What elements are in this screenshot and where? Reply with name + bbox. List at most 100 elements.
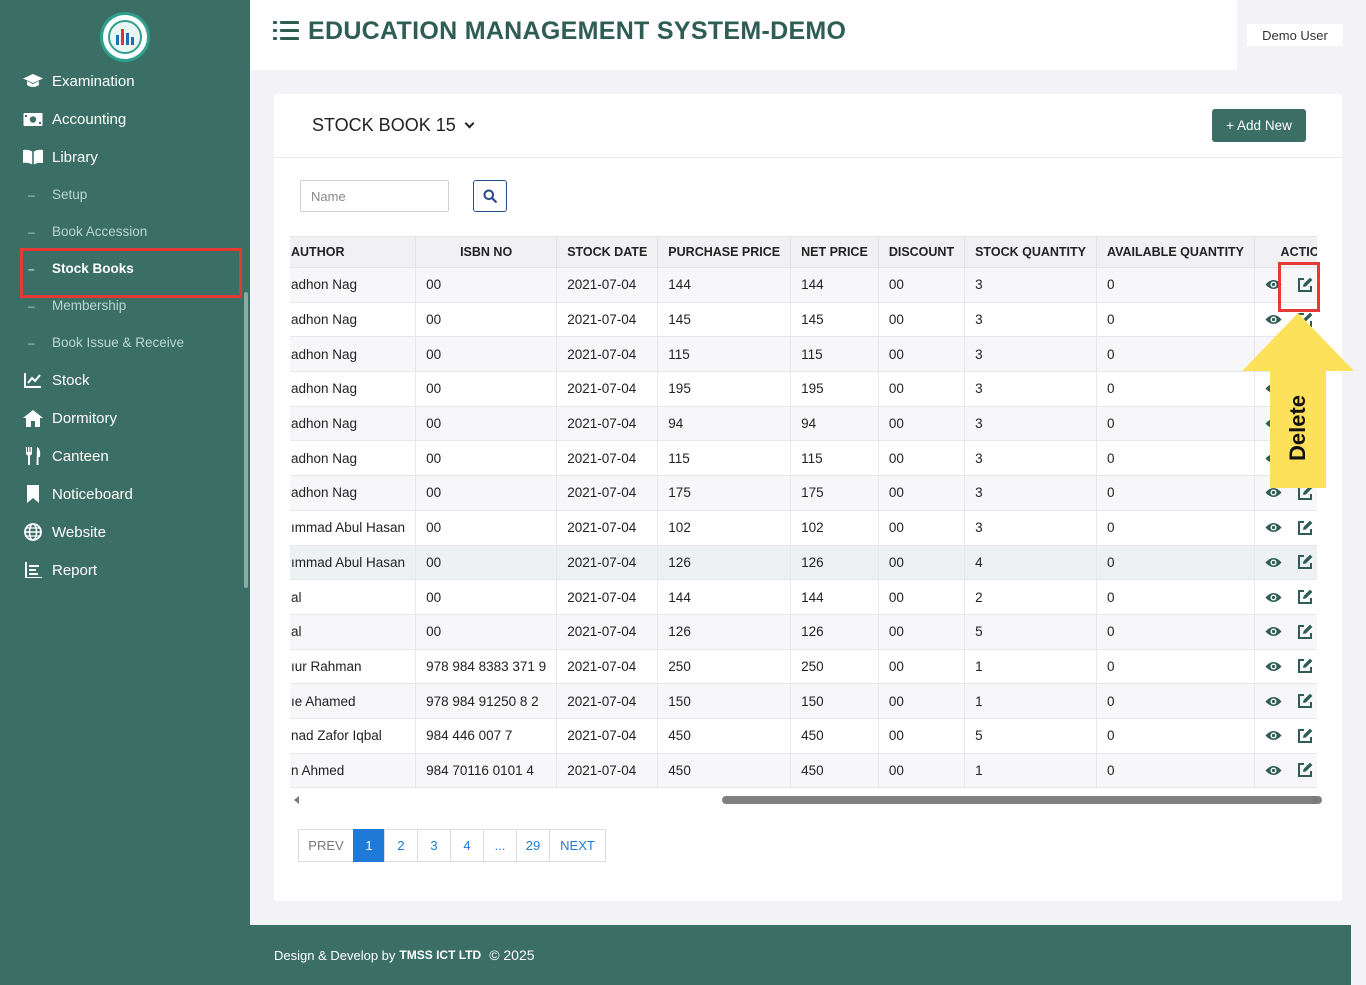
table-cell: ımmad Abul Hasan [290, 544, 417, 581]
action-cell [1254, 544, 1317, 581]
library-subitem-book-issue-receive[interactable]: – Book Issue & Receive [0, 324, 250, 361]
library-subitem-book-accession[interactable]: – Book Accession [0, 213, 250, 250]
view-eye-icon[interactable] [1265, 762, 1282, 779]
sidebar-item-library[interactable]: Library [0, 138, 250, 176]
table-cell: 00 [877, 405, 966, 442]
edit-icon[interactable] [1296, 589, 1313, 606]
column-header[interactable]: STOCK DATE [556, 236, 659, 268]
name-search-input[interactable] [300, 180, 449, 212]
view-eye-icon[interactable] [1265, 658, 1282, 675]
table-row: n Ahmed 984 70116 0101 4 2021-07-04 450 450 0… [290, 752, 1317, 788]
sidebar-item-label: Report [52, 561, 98, 579]
table-cell: 00 [415, 509, 558, 546]
sidebar-scrollbar[interactable] [244, 292, 248, 588]
school-logo[interactable] [100, 12, 150, 62]
pagination-prev-button[interactable]: PREV [298, 829, 354, 862]
chart-line-icon [23, 371, 43, 389]
table-cell: nad Zafor Iqbal [290, 717, 417, 754]
pagination-page[interactable]: 3 [417, 829, 451, 862]
table-cell: 0 [1095, 475, 1256, 511]
edit-icon[interactable] [1296, 658, 1313, 675]
pagination-page[interactable]: 29 [516, 829, 550, 862]
sidebar-item-website[interactable]: Website [0, 513, 250, 551]
table-cell: 5 [964, 613, 1097, 650]
table-cell: 0 [1095, 613, 1256, 650]
table-cell: 2021-07-04 [556, 579, 659, 615]
scroll-left-arrow-icon[interactable] [294, 796, 299, 804]
table-cell: 00 [415, 336, 558, 373]
table-cell: 00 [877, 475, 966, 511]
sidebar-item-examination[interactable]: Examination [0, 62, 250, 100]
table-cell: 2021-07-04 [556, 405, 659, 442]
footer-company[interactable]: TMSS ICT LTD [399, 948, 481, 962]
sidebar-item-accounting[interactable]: Accounting [0, 100, 250, 138]
table-cell: ıur Rahman [290, 648, 417, 685]
column-header[interactable]: AUTHOR [290, 236, 417, 268]
table-cell: 144 [790, 267, 879, 303]
table-cell: 195 [657, 371, 792, 407]
horizontal-scrollbar[interactable] [290, 796, 1322, 804]
view-eye-icon[interactable] [1265, 554, 1282, 571]
view-eye-icon[interactable] [1265, 693, 1282, 710]
column-header[interactable]: DISCOUNT [877, 236, 966, 268]
column-header[interactable]: AVAILABLE QUANTITY [1095, 236, 1256, 268]
column-header[interactable]: PURCHASE PRICE [657, 236, 792, 268]
pagination-next-button[interactable]: NEXT [549, 829, 606, 862]
pagination-page[interactable]: 4 [450, 829, 484, 862]
footer-copyright: © 2025 [489, 947, 535, 963]
menu-list-icon[interactable] [273, 20, 299, 42]
view-eye-icon[interactable] [1265, 589, 1282, 606]
table-row: adhon Nag 00 2021-07-04 145 145 00 3 0 [290, 301, 1317, 338]
delete-highlight-box [1278, 262, 1320, 312]
user-menu-button[interactable]: Demo User [1247, 24, 1343, 46]
search-button[interactable] [473, 180, 507, 212]
add-new-button[interactable]: + Add New [1212, 109, 1306, 142]
edit-icon[interactable] [1296, 693, 1313, 710]
book-open-icon [23, 148, 43, 166]
table-cell: 115 [657, 336, 792, 373]
column-header[interactable]: ISBN NO [415, 236, 558, 268]
column-header[interactable]: STOCK QUANTITY [964, 236, 1097, 268]
edit-icon[interactable] [1296, 554, 1313, 571]
pagination-page[interactable]: ... [483, 829, 517, 862]
library-subitem-setup[interactable]: – Setup [0, 176, 250, 213]
edit-icon[interactable] [1296, 623, 1313, 640]
table-cell: 115 [657, 440, 792, 477]
globe-icon [23, 523, 43, 541]
edit-icon[interactable] [1296, 519, 1313, 536]
action-cell [1254, 579, 1317, 615]
scroll-right-arrow-icon[interactable] [1313, 796, 1318, 804]
sidebar-item-report[interactable]: Report [0, 551, 250, 589]
view-eye-icon[interactable] [1265, 727, 1282, 744]
table-cell: 3 [964, 440, 1097, 477]
table-cell: 0 [1095, 752, 1256, 788]
dash-icon: – [28, 335, 35, 350]
column-header[interactable]: NET PRICE [790, 236, 879, 268]
footer: Design & Develop by TMSS ICT LTD © 2025 [250, 925, 1351, 985]
table-cell: 450 [657, 752, 792, 788]
sidebar-item-canteen[interactable]: Canteen [0, 437, 250, 475]
view-eye-icon[interactable] [1265, 519, 1282, 536]
table-cell: 00 [415, 475, 558, 511]
table-row: adhon Nag 00 2021-07-04 144 144 00 3 0 [290, 267, 1317, 303]
stock-book-dropdown[interactable]: STOCK BOOK 15 [312, 115, 475, 136]
table-cell: 450 [657, 717, 792, 754]
table-cell: 00 [877, 336, 966, 373]
sidebar-item-dormitory[interactable]: Dormitory [0, 399, 250, 437]
sidebar-item-label: Dormitory [52, 409, 118, 427]
table-cell: 00 [415, 440, 558, 477]
edit-icon[interactable] [1296, 727, 1313, 744]
pagination-current-page[interactable]: 1 [353, 829, 385, 862]
table-cell: 00 [877, 509, 966, 546]
table-cell: al [290, 613, 417, 650]
scrollbar-thumb[interactable] [722, 796, 1322, 804]
view-eye-icon[interactable] [1265, 623, 1282, 640]
table-cell: 978 984 8383 371 9 [415, 648, 558, 685]
sidebar-item-stock[interactable]: Stock [0, 361, 250, 399]
sidebar-item-noticeboard[interactable]: Noticeboard [0, 475, 250, 513]
pagination-page[interactable]: 2 [384, 829, 418, 862]
table-cell: adhon Nag [290, 405, 417, 442]
table-cell: 00 [415, 613, 558, 650]
library-subitem-label: Book Issue & Receive [52, 335, 185, 350]
edit-icon[interactable] [1296, 762, 1313, 779]
